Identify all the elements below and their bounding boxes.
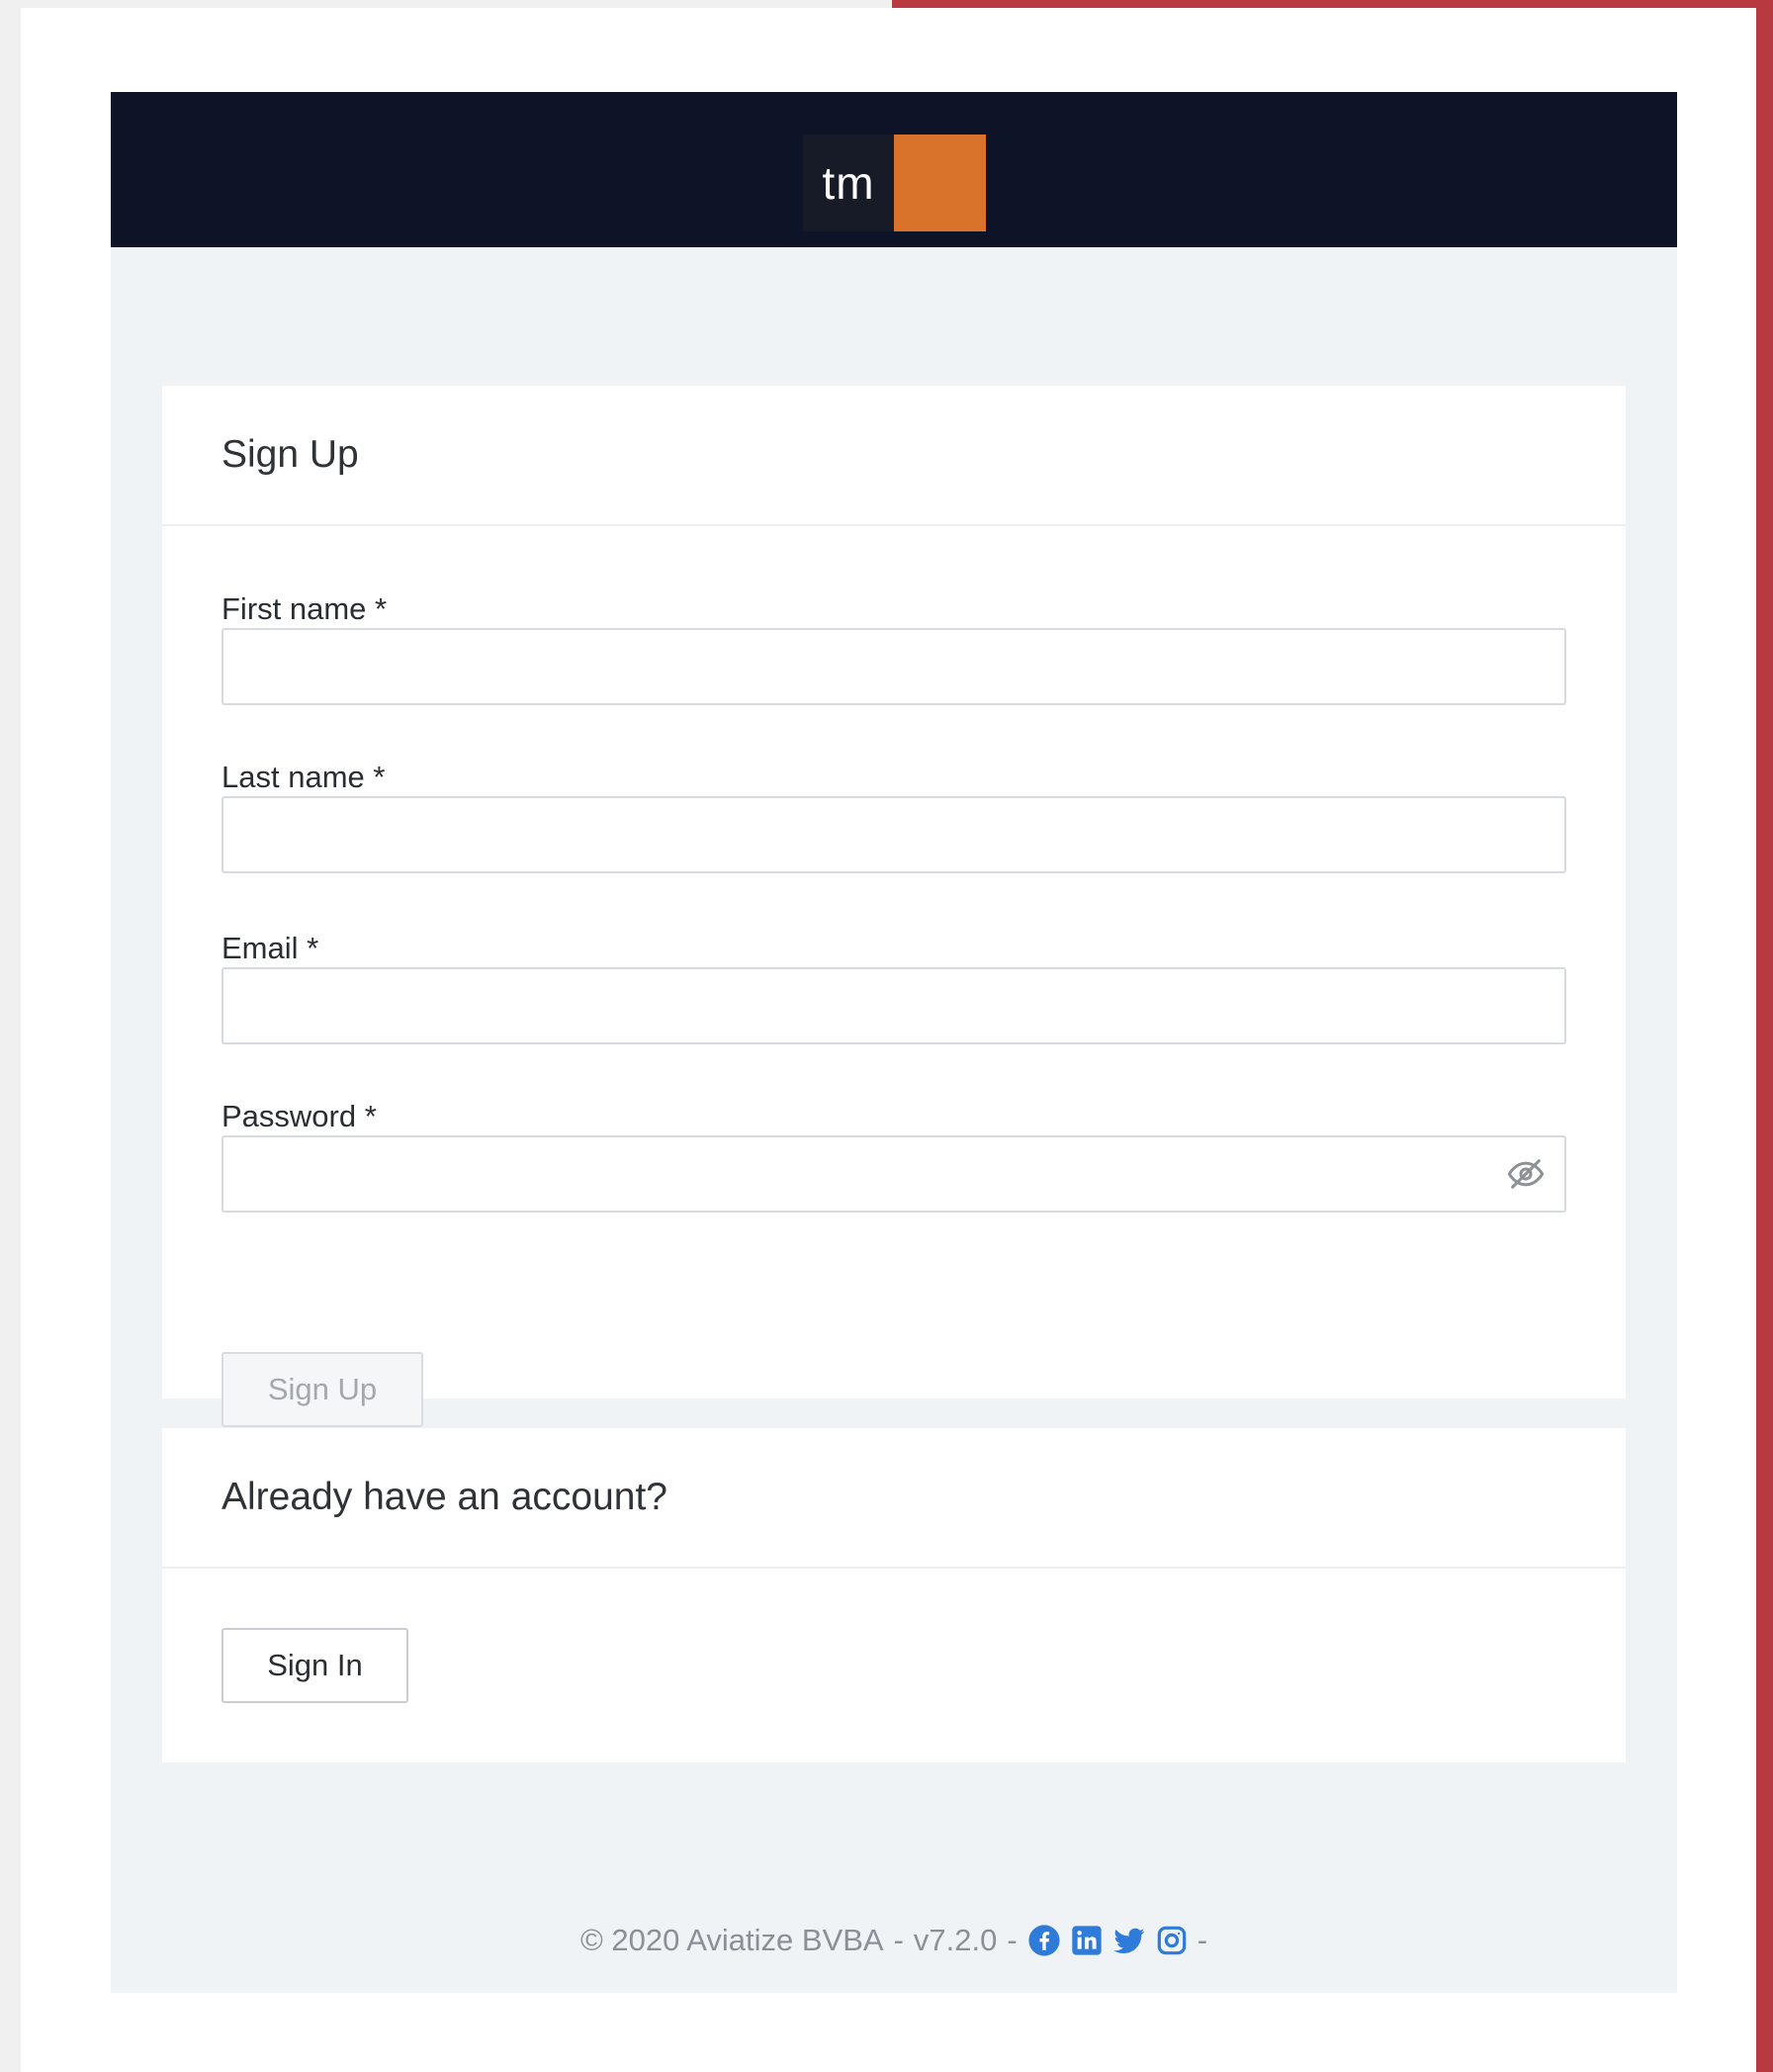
copyright-text: © 2020 Aviatize BVBA [579, 1923, 884, 1957]
linkedin-icon[interactable] [1071, 1925, 1103, 1956]
window-edge-gray-left [0, 0, 21, 2072]
signup-card-header: Sign Up [162, 386, 1626, 526]
window-edge-gray [0, 0, 892, 8]
signin-title: Already have an account? [222, 1476, 667, 1518]
signup-card: Sign Up First name * Last name * Email *… [162, 386, 1626, 1427]
instagram-icon[interactable] [1156, 1925, 1188, 1956]
logo-accent-block [894, 135, 986, 231]
logo: tm [803, 135, 986, 231]
app-header: tm [111, 92, 1677, 247]
signup-title: Sign Up [222, 433, 359, 476]
password-label: Password * [222, 1099, 377, 1133]
email-label: Email * [222, 931, 319, 965]
footer-separator: - [1007, 1923, 1018, 1957]
footer-separator: - [1197, 1923, 1208, 1957]
signin-card: Already have an account? Sign In [162, 1428, 1626, 1762]
last-name-label: Last name * [222, 760, 386, 794]
screen: tm Sign Up First name * Last name * Emai… [0, 0, 1773, 2072]
footer: © 2020 Aviatize BVBA - v7.2.0 - - [111, 1923, 1677, 1958]
eye-slash-icon[interactable] [1506, 1154, 1546, 1194]
first-name-label: First name * [222, 591, 388, 626]
password-input[interactable] [222, 1135, 1566, 1213]
signin-card-header: Already have an account? [162, 1428, 1626, 1569]
first-name-input[interactable] [222, 628, 1566, 705]
signup-button[interactable]: Sign Up [222, 1352, 423, 1427]
page-container: tm Sign Up First name * Last name * Emai… [111, 92, 1677, 1993]
logo-text: tm [803, 135, 894, 231]
footer-separator: - [893, 1923, 904, 1957]
social-links [1027, 1924, 1188, 1957]
twitter-icon[interactable] [1112, 1924, 1146, 1957]
window-edge-accent-right [1756, 0, 1773, 2072]
facebook-icon[interactable] [1027, 1924, 1061, 1957]
version-text: v7.2.0 [913, 1923, 998, 1957]
email-input[interactable] [222, 967, 1566, 1044]
last-name-input[interactable] [222, 796, 1566, 873]
signin-button[interactable]: Sign In [222, 1628, 408, 1703]
window-edge-accent [892, 0, 1758, 8]
